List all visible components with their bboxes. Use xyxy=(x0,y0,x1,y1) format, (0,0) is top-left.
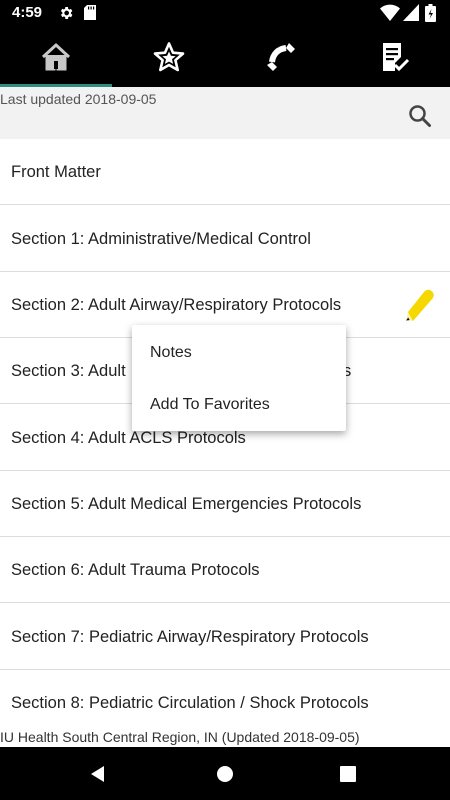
pencil-note-icon[interactable] xyxy=(402,286,440,324)
section-list: Front Matter Section 1: Administrative/M… xyxy=(0,139,450,727)
status-time: 4:59 xyxy=(12,4,43,21)
footer-text: IU Health South Central Region, IN (Upda… xyxy=(0,729,360,745)
menu-item-notes[interactable]: Notes xyxy=(132,327,346,379)
last-updated-text: Last updated 2018-09-05 xyxy=(0,91,157,107)
menu-item-add-to-favorites[interactable]: Add To Favorites xyxy=(132,379,346,431)
battery-icon xyxy=(425,4,436,22)
tab-checklist[interactable] xyxy=(338,26,450,87)
list-item[interactable]: Section 7: Pediatric Airway/Respiratory … xyxy=(0,604,450,670)
phone-icon xyxy=(267,42,296,71)
list-item[interactable]: Front Matter xyxy=(0,139,450,205)
list-item-label: Front Matter xyxy=(11,163,101,181)
sd-card-icon xyxy=(84,5,96,20)
list-item-label: Section 8: Pediatric Circulation / Shock… xyxy=(11,694,369,712)
status-bar: 4:59 xyxy=(0,0,450,26)
signal-icon xyxy=(403,4,419,21)
menu-item-label: Notes xyxy=(150,344,192,361)
list-item-label: Section 2: Adult Airway/Respiratory Prot… xyxy=(11,296,342,314)
home-circle-icon[interactable] xyxy=(216,765,234,783)
tab-contacts[interactable] xyxy=(225,26,338,87)
tab-home[interactable] xyxy=(0,26,113,87)
system-nav-bar xyxy=(0,747,450,800)
last-updated-bar: Last updated 2018-09-05 xyxy=(0,87,450,139)
search-icon[interactable] xyxy=(406,102,434,130)
list-item-label: Section 4: Adult ACLS Protocols xyxy=(11,429,246,447)
list-item-label: Section 3: Adult xyxy=(11,362,126,380)
recent-apps-icon[interactable] xyxy=(340,766,356,782)
checklist-icon xyxy=(382,42,409,71)
gear-icon xyxy=(60,7,73,19)
context-menu: Notes Add To Favorites xyxy=(132,325,346,431)
footer: IU Health South Central Region, IN (Upda… xyxy=(0,727,450,747)
list-item[interactable]: Section 8: Pediatric Circulation / Shock… xyxy=(0,670,450,727)
wifi-icon xyxy=(380,4,400,21)
back-icon[interactable] xyxy=(88,764,108,784)
home-icon xyxy=(42,43,71,70)
list-item-label: Section 7: Pediatric Airway/Respiratory … xyxy=(11,628,369,646)
star-icon xyxy=(153,41,185,71)
list-item[interactable]: Section 5: Adult Medical Emergencies Pro… xyxy=(0,471,450,537)
list-item[interactable]: Section 6: Adult Trauma Protocols xyxy=(0,537,450,603)
tab-favorites[interactable] xyxy=(113,26,226,87)
list-item-label: Section 6: Adult Trauma Protocols xyxy=(11,561,260,579)
menu-item-label: Add To Favorites xyxy=(150,396,270,413)
list-item-label: Section 5: Adult Medical Emergencies Pro… xyxy=(11,495,362,513)
list-item-label: Section 1: Administrative/Medical Contro… xyxy=(11,230,311,248)
list-item[interactable]: Section 1: Administrative/Medical Contro… xyxy=(0,206,450,272)
top-tab-bar xyxy=(0,26,450,87)
